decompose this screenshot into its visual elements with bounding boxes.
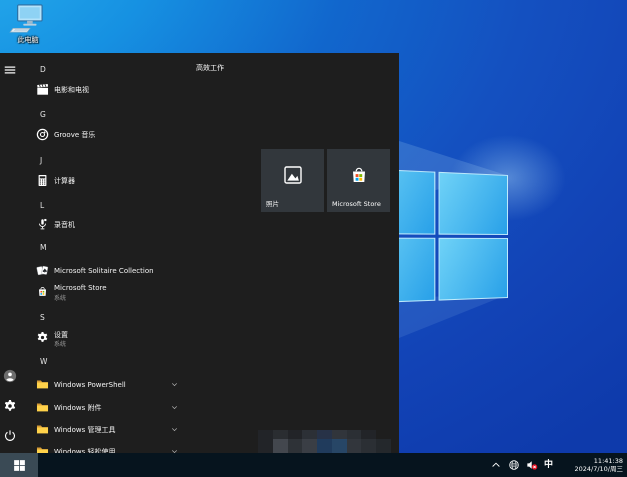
app-label: Groove 音乐 — [54, 131, 96, 139]
section-letter-label: D — [40, 65, 46, 74]
logo-pane — [438, 237, 508, 301]
clock-time: 11:41:38 — [593, 457, 623, 465]
volume-muted-icon[interactable] — [526, 459, 538, 471]
app-label: Windows 附件 — [54, 404, 102, 412]
photos-icon — [282, 164, 304, 186]
movies-tv-icon — [36, 83, 49, 96]
redaction-block — [302, 430, 318, 453]
store-tile-icon — [348, 164, 370, 186]
app-list-app-item[interactable]: Microsoft Store 系统 — [0, 281, 196, 303]
app-list-app-item[interactable]: 设置 系统 — [0, 327, 196, 349]
section-letter-label: G — [40, 110, 46, 119]
screen: 此电脑 D 电影和电视 G Groove 音乐 J 计算器 L 录音机 M Microsoft S… — [0, 0, 627, 477]
computer-icon — [9, 4, 47, 34]
network-globe-icon[interactable] — [508, 459, 520, 471]
app-label: 录音机 — [54, 221, 75, 229]
store-icon — [36, 285, 49, 298]
system-tray: 中 11:41:38 2024/7/10/周三 — [490, 453, 627, 477]
start-menu: D 电影和电视 G Groove 音乐 J 计算器 L 录音机 M Microsoft Solit… — [0, 53, 399, 453]
app-list-app-item[interactable]: Groove 音乐 — [0, 124, 196, 146]
app-list-section-letter[interactable]: S — [0, 311, 196, 325]
app-list-folder-item[interactable]: Windows 管理工具 — [0, 419, 196, 441]
desktop-icon-this-pc[interactable]: 此电脑 — [5, 4, 51, 45]
redaction-block — [361, 430, 377, 453]
logo-pane — [438, 171, 508, 235]
app-list-section-letter[interactable]: G — [0, 108, 196, 122]
tile-label: 照片 — [266, 200, 279, 208]
section-letter-label: J — [40, 156, 43, 165]
app-sublabel: 系统 — [54, 341, 67, 348]
taskbar: 中 11:41:38 2024/7/10/周三 — [0, 453, 627, 477]
windows-icon — [13, 459, 26, 472]
calculator-icon — [36, 174, 49, 187]
section-letter-label: M — [40, 243, 47, 252]
chevron-down-icon[interactable] — [170, 380, 179, 389]
redaction-block — [376, 430, 392, 453]
app-list-folder-item[interactable]: Windows 附件 — [0, 397, 196, 419]
app-list-section-letter[interactable]: D — [0, 63, 196, 77]
folder-icon — [36, 378, 49, 391]
tile-label: Microsoft Store — [332, 200, 381, 208]
chevron-down-icon[interactable] — [170, 403, 179, 412]
app-list-section-letter[interactable]: W — [0, 355, 196, 369]
start-tile[interactable]: Microsoft Store — [327, 149, 390, 212]
app-list-app-item[interactable]: 计算器 — [0, 170, 196, 192]
app-sublabel: 系统 — [54, 295, 67, 302]
groove-music-icon — [36, 128, 49, 141]
app-label: Microsoft Solitaire Collection — [54, 267, 154, 275]
redaction-block — [258, 430, 273, 453]
voice-recorder-icon — [36, 218, 49, 231]
desktop-icon-label: 此电脑 — [17, 36, 39, 44]
section-letter-label: L — [40, 201, 45, 210]
app-list-section-letter[interactable]: L — [0, 199, 196, 213]
app-label: Windows 管理工具 — [54, 426, 116, 434]
folder-icon — [36, 445, 49, 453]
section-letter-label: S — [40, 313, 45, 322]
start-tile[interactable]: 照片 — [261, 149, 324, 212]
clock-date: 2024/7/10/周三 — [574, 465, 623, 473]
app-label: Windows 轻松使用 — [54, 448, 116, 453]
solitaire-icon — [36, 264, 49, 277]
app-label: 电影和电视 — [54, 86, 89, 94]
app-label: Windows PowerShell — [54, 381, 126, 389]
app-list-app-item[interactable]: 录音机 — [0, 214, 196, 236]
taskbar-clock[interactable]: 11:41:38 2024/7/10/周三 — [559, 457, 623, 473]
app-list-folder-item[interactable]: Windows 轻松使用 — [0, 441, 196, 453]
folder-icon — [36, 423, 49, 436]
start-button[interactable] — [0, 453, 38, 477]
tile-group-heading[interactable]: 高效工作 — [196, 63, 224, 73]
folder-icon — [36, 401, 49, 414]
app-list-section-letter[interactable]: J — [0, 154, 196, 168]
app-list-app-item[interactable]: 电影和电视 — [0, 79, 196, 101]
redaction-block — [346, 430, 362, 453]
app-label: 计算器 — [54, 177, 75, 185]
chevron-down-icon[interactable] — [170, 425, 179, 434]
redaction-block — [317, 430, 332, 453]
redaction-block — [287, 430, 303, 453]
app-list-folder-item[interactable]: Windows PowerShell — [0, 374, 196, 396]
pixelated-watermark — [258, 430, 392, 453]
app-list-section-letter[interactable]: M — [0, 241, 196, 255]
ime-indicator[interactable]: 中 — [544, 453, 553, 477]
app-list-app-item[interactable]: Microsoft Solitaire Collection — [0, 260, 196, 282]
app-label: Microsoft Store — [54, 284, 107, 292]
section-letter-label: W — [40, 357, 48, 366]
hidden-icons-button[interactable] — [490, 459, 502, 471]
gear-icon — [36, 331, 49, 344]
redaction-block — [272, 430, 288, 453]
redaction-block — [331, 430, 347, 453]
